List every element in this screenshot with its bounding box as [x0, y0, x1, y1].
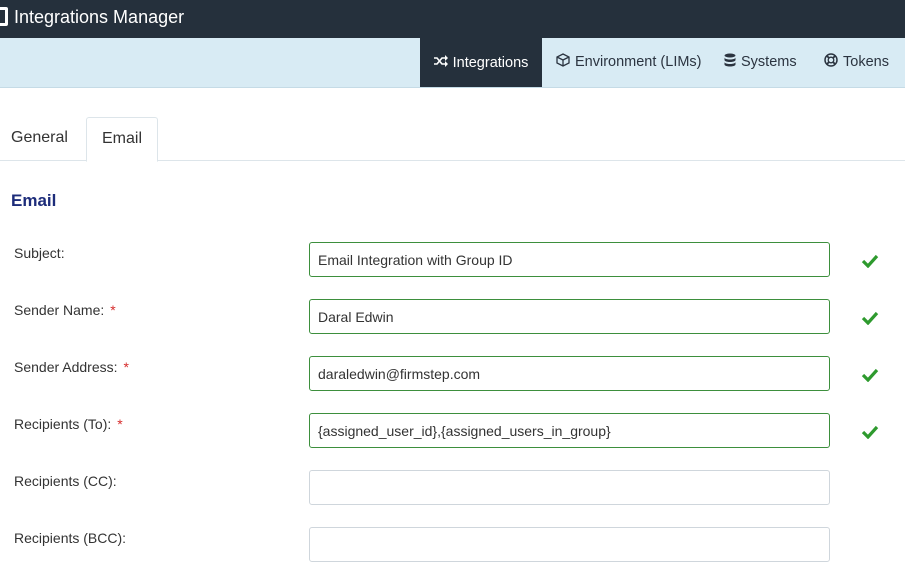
- tab-bar: General Email: [0, 117, 905, 162]
- nav-item-tokens[interactable]: Tokens: [824, 38, 889, 86]
- valid-check-icon: [861, 311, 879, 326]
- sender-name-label: Sender Name: *: [14, 302, 116, 318]
- app-title: Integrations Manager: [14, 7, 185, 27]
- tab-email[interactable]: Email: [86, 117, 158, 162]
- sender-address-label: Sender Address: *: [14, 359, 129, 375]
- nav-item-label: Integrations: [452, 54, 529, 71]
- sender-address-input[interactable]: [309, 356, 830, 391]
- recipients-cc-input[interactable]: [309, 470, 830, 505]
- nav-item-systems[interactable]: Systems: [724, 38, 797, 86]
- valid-check-icon: [861, 425, 879, 440]
- tab-general[interactable]: General: [11, 117, 68, 161]
- subject-input[interactable]: [309, 242, 830, 277]
- nav-item-label: Systems: [741, 54, 797, 70]
- nav-item-label: Environment (LIMs): [575, 54, 702, 70]
- sender-name-input[interactable]: [309, 299, 830, 334]
- app-logo-icon: [0, 7, 8, 26]
- subject-label: Subject:: [14, 245, 65, 261]
- required-marker: *: [123, 359, 129, 375]
- recipients-bcc-input[interactable]: [309, 527, 830, 562]
- nav-item-label: Tokens: [843, 54, 889, 70]
- nav-item-integrations[interactable]: Integrations: [420, 38, 542, 87]
- life-ring-icon: [824, 53, 838, 71]
- recipients-cc-label: Recipients (CC):: [14, 473, 117, 489]
- title-bar: Integrations Manager: [0, 0, 905, 38]
- database-icon: [724, 53, 736, 71]
- cube-icon: [556, 53, 570, 71]
- section-title: Email: [11, 191, 57, 210]
- shuffle-icon: [433, 54, 448, 71]
- valid-check-icon: [861, 254, 879, 269]
- top-nav: Integrations Environment (LIMs) Systems …: [0, 38, 905, 88]
- required-marker: *: [117, 416, 123, 432]
- required-marker: *: [110, 302, 116, 318]
- recipients-bcc-label: Recipients (BCC):: [14, 530, 127, 546]
- valid-check-icon: [861, 368, 879, 383]
- nav-item-environment[interactable]: Environment (LIMs): [556, 38, 702, 86]
- recipients-to-input[interactable]: [309, 413, 830, 448]
- recipients-to-label: Recipients (To): *: [14, 416, 123, 432]
